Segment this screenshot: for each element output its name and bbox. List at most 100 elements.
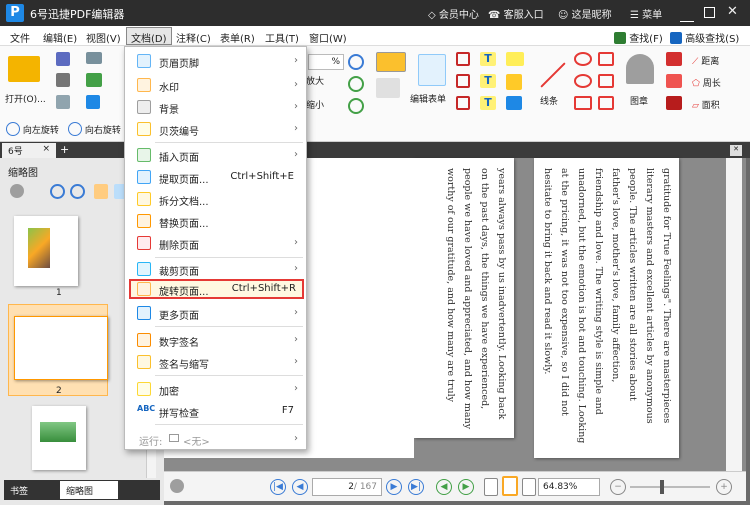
field-icon[interactable] bbox=[456, 74, 470, 88]
pencil-icon[interactable] bbox=[598, 96, 614, 110]
facing-page-icon[interactable] bbox=[522, 478, 536, 496]
sticky-note-icon[interactable] bbox=[506, 52, 524, 66]
zoom-level-select[interactable]: 64.83% bbox=[538, 478, 600, 496]
email-icon[interactable] bbox=[86, 52, 102, 64]
sound-icon[interactable] bbox=[506, 96, 522, 110]
menu-form[interactable]: 表单(R) bbox=[220, 30, 255, 45]
settings-gear-icon[interactable] bbox=[170, 479, 184, 493]
edit-content-icon[interactable] bbox=[376, 78, 400, 98]
underline-icon[interactable] bbox=[666, 96, 682, 110]
attachment-icon[interactable] bbox=[506, 74, 522, 90]
zoom-slider-handle[interactable] bbox=[660, 480, 664, 494]
zoom-slider[interactable] bbox=[630, 486, 710, 488]
stamp-label[interactable]: 图章 bbox=[630, 94, 648, 107]
menu-item-extract-page[interactable]: 提取页面... Ctrl+Shift+E bbox=[125, 167, 306, 187]
print-icon[interactable] bbox=[56, 73, 70, 87]
prev-page-button[interactable]: ◀ bbox=[292, 479, 308, 495]
close-icon[interactable]: ✕ bbox=[727, 4, 738, 19]
open-button-label[interactable]: 打开(O)... bbox=[5, 92, 46, 105]
tab-close-icon[interactable]: × bbox=[42, 144, 50, 154]
eraser-icon[interactable] bbox=[666, 74, 682, 88]
thumb-zoom-in-icon[interactable] bbox=[50, 184, 65, 199]
advanced-find-button[interactable]: 高级查找(S) bbox=[670, 30, 739, 45]
member-center-button[interactable]: ◇ 会员中心 bbox=[428, 6, 479, 21]
menu-item-watermark[interactable]: 水印 › bbox=[125, 75, 306, 95]
last-page-button[interactable]: ▶| bbox=[408, 479, 424, 495]
zoom-in-icon[interactable] bbox=[348, 54, 364, 70]
page-setup-icon[interactable] bbox=[56, 95, 70, 109]
line-tool-label[interactable]: 线条 bbox=[540, 94, 558, 107]
distance-tool[interactable]: ⟋ 距离 bbox=[692, 54, 719, 67]
menu-item-background[interactable]: 背景 › bbox=[125, 97, 306, 117]
customer-service-button[interactable]: ☎ 客服入口 bbox=[488, 6, 544, 21]
zoom-select[interactable]: % bbox=[308, 54, 344, 70]
highlight-icon[interactable] bbox=[666, 52, 682, 66]
edit-form-label[interactable]: 编辑表单 bbox=[410, 92, 446, 105]
menu-file[interactable]: 文件 bbox=[10, 30, 30, 45]
open-folder-icon[interactable] bbox=[8, 56, 40, 82]
zoom-in-button[interactable]: 放大 bbox=[306, 74, 324, 87]
checkbox-field-icon[interactable] bbox=[456, 96, 470, 110]
ellipse-icon[interactable] bbox=[574, 52, 592, 66]
app-menu-button[interactable]: ☰ 菜单 bbox=[630, 6, 662, 21]
menu-tools[interactable]: 工具(T) bbox=[265, 30, 299, 45]
menu-item-spell-check[interactable]: ABC 拼写检查 F7 bbox=[125, 401, 306, 421]
menu-item-insert-page[interactable]: 插入页面 › bbox=[125, 145, 306, 165]
perimeter-tool[interactable]: ⬠ 周长 bbox=[692, 76, 721, 89]
menu-item-more-pages[interactable]: 更多页面 › bbox=[125, 303, 306, 323]
menu-view[interactable]: 视图(V) bbox=[86, 30, 121, 45]
thumb-page-icon[interactable] bbox=[94, 184, 108, 199]
textbox-icon[interactable] bbox=[456, 52, 470, 66]
maximize-icon[interactable] bbox=[704, 7, 715, 18]
thumbnail-page-3[interactable] bbox=[32, 406, 86, 470]
find-button[interactable]: 查找(F) bbox=[614, 30, 663, 45]
user-account-button[interactable]: ☺ 这是昵称 bbox=[558, 6, 612, 21]
menu-item-crop-page[interactable]: 裁剪页面 › bbox=[125, 259, 306, 279]
menu-item-rotate-page[interactable]: 旋转页面... Ctrl+Shift+R bbox=[129, 279, 304, 299]
image-icon[interactable] bbox=[86, 73, 102, 87]
menu-item-sign-initials[interactable]: 签名与缩写 › bbox=[125, 352, 306, 372]
page-number-input[interactable]: 2/ 167 bbox=[312, 478, 382, 496]
continuous-page-icon[interactable] bbox=[502, 476, 518, 496]
tab-document-6[interactable]: 6号 × bbox=[2, 143, 56, 158]
rotate-ccw-icon[interactable] bbox=[348, 76, 364, 92]
tab-bookmarks[interactable]: 书签 bbox=[10, 484, 28, 497]
menu-comment[interactable]: 注释(C) bbox=[176, 30, 211, 45]
single-page-icon[interactable] bbox=[484, 478, 498, 496]
first-page-button[interactable]: |◀ bbox=[270, 479, 286, 495]
area-tool[interactable]: ▱ 面积 bbox=[692, 98, 720, 111]
menu-item-encrypt[interactable]: 加密 › bbox=[125, 379, 306, 399]
close-panel-icon[interactable]: ✕ bbox=[730, 145, 742, 156]
circle-icon[interactable] bbox=[574, 74, 592, 88]
rotate-right-button[interactable]: 向右旋转 bbox=[68, 122, 121, 136]
select-text-icon[interactable] bbox=[376, 52, 406, 72]
new-tab-icon[interactable]: + bbox=[60, 143, 69, 156]
zoom-in-circle-icon[interactable]: + bbox=[716, 479, 732, 495]
vertical-scrollbar[interactable] bbox=[726, 158, 742, 471]
gear-icon[interactable] bbox=[10, 184, 24, 198]
export-icon[interactable] bbox=[86, 95, 100, 109]
menu-item-split-document[interactable]: 拆分文档... bbox=[125, 189, 306, 209]
next-page-button[interactable]: ▶ bbox=[386, 479, 402, 495]
menu-item-digital-signature[interactable]: 数字签名 › bbox=[125, 330, 306, 350]
line-tool-icon[interactable] bbox=[540, 62, 566, 88]
edit-form-icon[interactable] bbox=[418, 54, 446, 86]
menu-item-delete-page[interactable]: 删除页面 › bbox=[125, 233, 306, 253]
menu-window[interactable]: 窗口(W) bbox=[309, 30, 347, 45]
zoom-out-circle-icon[interactable]: − bbox=[610, 479, 626, 495]
back-button[interactable]: ◀ bbox=[436, 479, 452, 495]
thumbnail-page-1[interactable] bbox=[14, 216, 78, 286]
forward-button[interactable]: ▶ bbox=[458, 479, 474, 495]
thumb-zoom-out-icon[interactable] bbox=[70, 184, 85, 199]
tab-thumbnails[interactable]: 缩略图 bbox=[60, 481, 118, 499]
text-tool-icon[interactable]: T bbox=[480, 52, 496, 66]
rectangle-icon[interactable] bbox=[598, 74, 614, 88]
minimize-icon[interactable] bbox=[680, 12, 694, 22]
save-icon[interactable] bbox=[56, 52, 70, 66]
callout-tool-icon[interactable]: T bbox=[480, 96, 496, 110]
menu-document[interactable]: 文档(D) bbox=[126, 27, 172, 45]
cloud-icon[interactable] bbox=[574, 96, 592, 110]
zoom-out-button[interactable]: 缩小 bbox=[306, 98, 324, 111]
text-box-tool-icon[interactable]: T bbox=[480, 74, 496, 88]
polygon-icon[interactable] bbox=[598, 52, 614, 66]
